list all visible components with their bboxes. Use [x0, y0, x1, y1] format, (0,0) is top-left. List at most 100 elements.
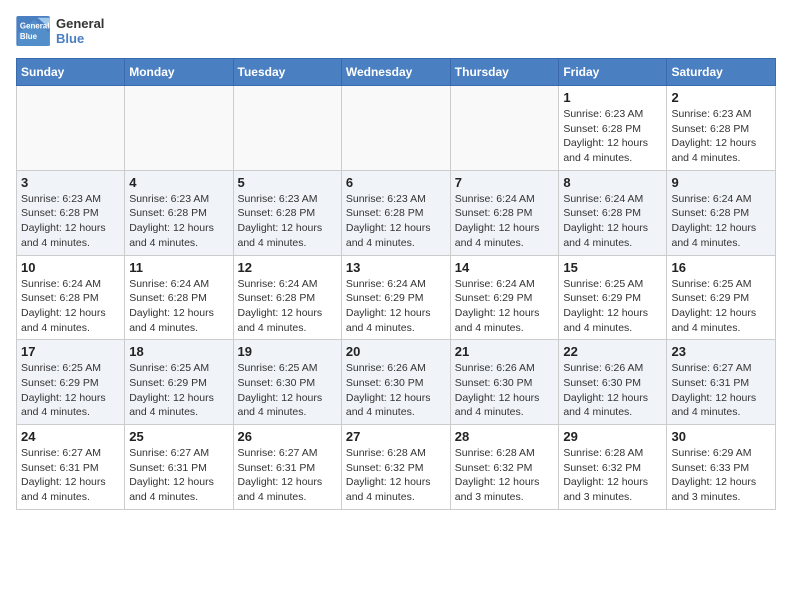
calendar-cell: 19Sunrise: 6:25 AMSunset: 6:30 PMDayligh…: [233, 340, 341, 425]
daylight-text: Daylight: 12 hours and 4 minutes.: [455, 222, 540, 249]
day-info: Sunrise: 6:25 AMSunset: 6:29 PMDaylight:…: [21, 361, 120, 420]
day-number: 4: [129, 175, 228, 190]
daylight-text: Daylight: 12 hours and 4 minutes.: [21, 307, 106, 334]
calendar-cell: 14Sunrise: 6:24 AMSunset: 6:29 PMDayligh…: [450, 255, 559, 340]
calendar-cell: 12 Sunrise: 6:24 AMSunset: 6:28 PMDayligh…: [233, 255, 341, 340]
day-number: 3: [21, 175, 120, 190]
sunrise-text: Sunrise: 6:23 AM: [346, 193, 426, 205]
sunrise-text: Sunrise: 6:23 AM: [21, 193, 101, 205]
sunset-text: Sunset: 6:32 PM: [455, 462, 533, 474]
day-number: 8: [563, 175, 662, 190]
calendar-cell: 3 Sunrise: 6:23 AM Sunset: 6:28 PM Daylight…: [17, 170, 125, 255]
weekday-header-monday: Monday: [125, 59, 233, 86]
day-number: 21: [455, 344, 555, 359]
day-number: 10: [21, 260, 120, 275]
daylight-text: Daylight: 12 hours and 4 minutes.: [21, 222, 106, 249]
day-info: Sunrise: 6:23 AM Sunset: 6:28 PM Daylight:…: [563, 107, 662, 166]
sunset-text: Sunset: 6:30 PM: [455, 377, 533, 389]
sunset-text: Sunset: 6:33 PM: [671, 462, 749, 474]
calendar-cell: 16Sunrise: 6:25 AMSunset: 6:29 PMDayligh…: [667, 255, 776, 340]
calendar-cell: [233, 86, 341, 171]
day-info: Sunrise: 6:24 AMSunset: 6:28 PMDaylight:…: [455, 192, 555, 251]
day-number: 13: [346, 260, 446, 275]
page-header: General Blue GeneralBlue: [16, 16, 776, 46]
day-number: 22: [563, 344, 662, 359]
day-info: Sunrise: 6:25 AMSunset: 6:29 PMDaylight:…: [563, 277, 662, 336]
weekday-header-wednesday: Wednesday: [341, 59, 450, 86]
daylight-text: Daylight: 12 hours and 4 minutes.: [346, 392, 431, 419]
day-info: Sunrise: 6:26 AMSunset: 6:30 PMDaylight:…: [346, 361, 446, 420]
logo: General Blue GeneralBlue: [16, 16, 104, 46]
sunrise-text: Sunrise: 6:26 AM: [563, 362, 643, 374]
day-info: Sunrise: 6:24 AMSunset: 6:28 PMDaylight:…: [238, 277, 337, 336]
sunrise-text: Sunrise: 6:24 AM: [671, 193, 751, 205]
sunset-text: Sunset: 6:28 PM: [671, 123, 749, 135]
daylight-text: Daylight: 12 hours and 3 minutes.: [563, 476, 648, 503]
sunrise-text: Sunrise: 6:24 AM: [21, 278, 101, 290]
calendar-cell: 28Sunrise: 6:28 AMSunset: 6:32 PMDayligh…: [450, 425, 559, 510]
sunrise-text: Sunrise: 6:25 AM: [238, 362, 318, 374]
sunset-text: Sunset: 6:28 PM: [346, 207, 424, 219]
day-info: Sunrise: 6:27 AMSunset: 6:31 PMDaylight:…: [129, 446, 228, 505]
daylight-text: Daylight: 12 hours and 4 minutes.: [563, 137, 648, 164]
day-info: Sunrise: 6:27 AMSunset: 6:31 PMDaylight:…: [21, 446, 120, 505]
daylight-text: Daylight: 12 hours and 4 minutes.: [21, 392, 106, 419]
day-info: Sunrise: 6:24 AMSunset: 6:28 PMDaylight:…: [21, 277, 120, 336]
calendar-cell: 13 Sunrise: 6:24 AMSunset: 6:29 PMDayligh…: [341, 255, 450, 340]
sunset-text: Sunset: 6:30 PM: [346, 377, 424, 389]
calendar-cell: 1Sunrise: 6:23 AMSunset: 6:28 PMDaylight…: [559, 86, 667, 171]
day-info: Sunrise: 6:28 AM Sunset: 6:32 PM Daylight:…: [346, 446, 446, 505]
calendar-cell: 8Sunrise: 6:24 AMSunset: 6:28 PMDaylight…: [559, 170, 667, 255]
calendar-cell: 23Sunrise: 6:27 AMSunset: 6:31 PMDayligh…: [667, 340, 776, 425]
daylight-text: Daylight: 12 hours and 4 minutes.: [346, 476, 431, 503]
svg-text:Blue: Blue: [20, 32, 38, 41]
day-info: Sunrise: 6:24 AMSunset: 6:29 PMDaylight:…: [346, 277, 446, 336]
calendar-cell: 6Sunrise: 6:23 AMSunset: 6:28 PMDaylight…: [341, 170, 450, 255]
day-number: 2: [671, 90, 771, 105]
sunrise-text: Sunrise: 6:28 AM: [346, 447, 426, 459]
day-info: Sunrise: 6:26 AMSunset: 6:30 PMDaylight:…: [455, 361, 555, 420]
daylight-text: Daylight: 12 hours and 4 minutes.: [129, 476, 214, 503]
sunset-text: Sunset: 6:28 PM: [129, 292, 207, 304]
sunrise-text: Sunrise: 6:27 AM: [129, 447, 209, 459]
sunrise-text: Sunrise: 6:25 AM: [671, 278, 751, 290]
sunset-text: Sunset: 6:28 PM: [671, 207, 749, 219]
daylight-text: Daylight: 12 hours and 4 minutes.: [563, 307, 648, 334]
day-info: Sunrise: 6:24 AMSunset: 6:29 PMDaylight:…: [455, 277, 555, 336]
daylight-text: Daylight: 12 hours and 4 minutes.: [455, 392, 540, 419]
calendar-week-3: 10Sunrise: 6:24 AMSunset: 6:28 PMDayligh…: [17, 255, 776, 340]
daylight-text: Daylight: 12 hours and 4 minutes.: [563, 392, 648, 419]
day-info: Sunrise: 6:23 AMSunset: 6:28 PMDaylight:…: [238, 192, 337, 251]
daylight-text: Daylight: 12 hours and 4 minutes.: [129, 222, 214, 249]
sunrise-text: Sunrise: 6:24 AM: [455, 278, 535, 290]
sunset-text: Sunset: 6:28 PM: [21, 207, 99, 219]
daylight-text: Daylight: 12 hours and 4 minutes.: [129, 392, 214, 419]
daylight-text: Daylight: 12 hours and 3 minutes.: [455, 476, 540, 503]
sunrise-text: Sunrise: 6:23 AM: [563, 108, 643, 120]
calendar-cell: 15Sunrise: 6:25 AMSunset: 6:29 PMDayligh…: [559, 255, 667, 340]
sunrise-text: Sunrise: 6:27 AM: [238, 447, 318, 459]
daylight-text: Daylight: 12 hours and 4 minutes.: [21, 476, 106, 503]
sunset-text: Sunset: 6:32 PM: [346, 462, 424, 474]
sunrise-text: Sunrise: 6:29 AM: [671, 447, 751, 459]
sunset-text: Sunset: 6:28 PM: [563, 123, 641, 135]
day-info: Sunrise: 6:23 AM Sunset: 6:28 PM Daylight:…: [21, 192, 120, 251]
day-info: Sunrise: 6:24 AMSunset: 6:28 PMDaylight:…: [129, 277, 228, 336]
sunrise-text: Sunrise: 6:23 AM: [238, 193, 318, 205]
calendar-cell: [17, 86, 125, 171]
logo-icon: General Blue: [16, 16, 52, 46]
sunrise-text: Sunrise: 6:25 AM: [563, 278, 643, 290]
weekday-header-friday: Friday: [559, 59, 667, 86]
day-number: 12: [238, 260, 337, 275]
sunset-text: Sunset: 6:31 PM: [21, 462, 99, 474]
calendar-cell: 24Sunrise: 6:27 AMSunset: 6:31 PMDayligh…: [17, 425, 125, 510]
day-number: 20: [346, 344, 446, 359]
calendar-week-2: 3 Sunrise: 6:23 AM Sunset: 6:28 PM Daylight…: [17, 170, 776, 255]
calendar-week-4: 17Sunrise: 6:25 AMSunset: 6:29 PMDayligh…: [17, 340, 776, 425]
daylight-text: Daylight: 12 hours and 4 minutes.: [671, 392, 756, 419]
sunset-text: Sunset: 6:28 PM: [129, 207, 207, 219]
sunset-text: Sunset: 6:28 PM: [455, 207, 533, 219]
sunset-text: Sunset: 6:31 PM: [671, 377, 749, 389]
daylight-text: Daylight: 12 hours and 4 minutes.: [671, 222, 756, 249]
calendar-cell: 7Sunrise: 6:24 AMSunset: 6:28 PMDaylight…: [450, 170, 559, 255]
